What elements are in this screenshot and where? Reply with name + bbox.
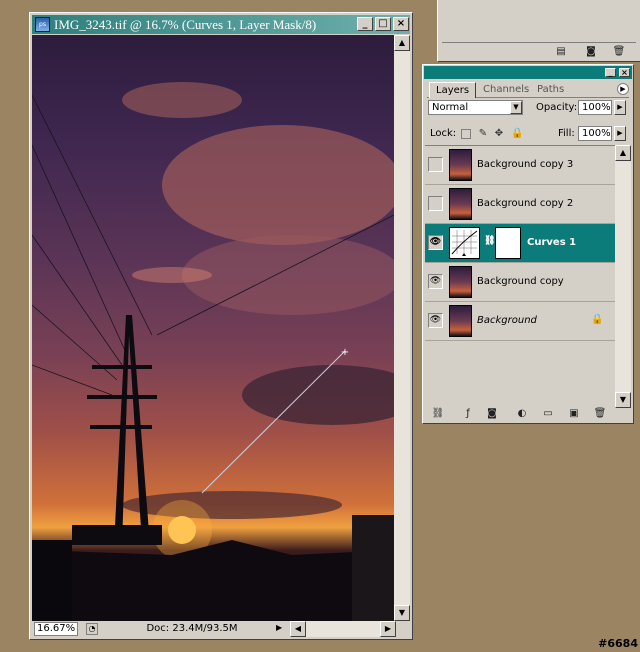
- eye-icon[interactable]: 👁: [428, 235, 443, 250]
- palette-tabs: Layers Channels Paths: [427, 81, 629, 98]
- opacity-label: Opacity:: [536, 102, 578, 113]
- layer-row-background[interactable]: 👁 Background 🔒: [425, 302, 615, 341]
- layer-name: Background copy 3: [477, 159, 574, 170]
- layer-name: Background copy 2: [477, 198, 574, 209]
- fill-label: Fill:: [558, 128, 575, 139]
- layers-palette: _ × Layers Channels Paths ▶ Normal ▼ Opa…: [422, 64, 634, 424]
- lock-transparency-icon[interactable]: [461, 129, 471, 139]
- document-size-info: Doc: 23.4M/93.5M: [146, 623, 238, 634]
- layer-row-curves-1[interactable]: 👁 ⛓ Curves 1: [425, 224, 615, 263]
- image-canvas[interactable]: +: [32, 35, 394, 621]
- layer-name: Background copy: [477, 276, 564, 287]
- horizontal-scrollbar[interactable]: ◀ ▶: [290, 621, 396, 637]
- new-adjustment-layer-icon[interactable]: ◐: [515, 407, 529, 421]
- building: [32, 540, 72, 621]
- layer-row-background-copy-3[interactable]: Background copy 3: [425, 146, 615, 185]
- fill-slider-button[interactable]: ▶: [614, 126, 626, 141]
- trash-icon[interactable]: 🗑: [593, 407, 607, 421]
- crosshair-cursor: +: [341, 347, 349, 358]
- cloud: [162, 125, 394, 245]
- tab-paths[interactable]: Paths: [531, 82, 570, 97]
- horizon-silhouette: [32, 540, 394, 621]
- zoom-preview-icon[interactable]: ◔: [86, 623, 98, 635]
- opacity-field[interactable]: 100%: [578, 100, 612, 115]
- scroll-up-button[interactable]: ▲: [615, 145, 631, 161]
- palette-close-button[interactable]: ×: [619, 68, 630, 77]
- visibility-toggle[interactable]: [428, 157, 443, 172]
- document-title: IMG_3243.tif @ 16.7% (Curves 1, Layer Ma…: [54, 17, 317, 32]
- status-bar: 16.67% ◔ Doc: 23.4M/93.5M ▶ ◀ ▶: [32, 621, 410, 637]
- tab-layers[interactable]: Layers: [429, 82, 477, 98]
- tab-channels[interactable]: Channels: [477, 82, 535, 97]
- layer-style-icon[interactable]: ƒ: [461, 407, 475, 421]
- lock-all-icon[interactable]: 🔒: [511, 128, 523, 140]
- visibility-toggle[interactable]: [428, 196, 443, 211]
- maximize-button[interactable]: □: [375, 17, 391, 31]
- scroll-down-button[interactable]: ▼: [394, 605, 410, 621]
- palette-title-bar[interactable]: _ ×: [424, 66, 632, 79]
- scroll-down-button[interactable]: ▼: [615, 392, 631, 408]
- divider: [442, 42, 636, 43]
- add-mask-icon[interactable]: ◙: [485, 407, 499, 421]
- lock-label: Lock:: [430, 128, 457, 139]
- scroll-left-button[interactable]: ◀: [290, 621, 306, 637]
- document-window: ps IMG_3243.tif @ 16.7% (Curves 1, Layer…: [29, 12, 413, 640]
- link-chain-icon[interactable]: ⛓: [484, 236, 495, 246]
- layer-thumbnail: [449, 188, 472, 220]
- upper-palette: ▤ ◙ 🗑: [437, 0, 640, 62]
- layer-name: Curves 1: [527, 237, 577, 248]
- building: [352, 515, 394, 621]
- cloud: [182, 235, 394, 315]
- document-title-bar[interactable]: ps IMG_3243.tif @ 16.7% (Curves 1, Layer…: [32, 15, 410, 34]
- cloud: [132, 267, 212, 283]
- dark-cloud: [122, 491, 342, 519]
- photoshop-document-icon: ps: [35, 17, 50, 32]
- lock-position-move-icon[interactable]: ✥: [493, 128, 505, 140]
- blend-mode-select[interactable]: Normal ▼: [428, 100, 523, 115]
- layer-thumbnail: [449, 266, 472, 298]
- palette-button-bar: ⛓ ƒ ◙ ◐ ▭ ▣ 🗑: [425, 407, 631, 421]
- layer-thumbnail: [449, 305, 472, 337]
- layer-list: Background copy 3 Background copy 2 👁 ⛓: [425, 145, 615, 408]
- palette-menu-icon[interactable]: ▶: [617, 83, 629, 95]
- new-group-folder-icon[interactable]: ▭: [541, 407, 555, 421]
- watermark: #6684: [598, 637, 638, 650]
- dark-cloud: [242, 365, 394, 425]
- minimize-button[interactable]: _: [357, 17, 373, 31]
- lock-image-brush-icon[interactable]: ✎: [477, 128, 489, 140]
- layer-row-background-copy[interactable]: 👁 Background copy: [425, 263, 615, 302]
- trash-icon[interactable]: 🗑: [612, 45, 626, 59]
- new-snapshot-icon[interactable]: ▤: [554, 45, 568, 59]
- zoom-field[interactable]: 16.67%: [34, 622, 78, 636]
- lock-icon: 🔒: [591, 314, 604, 325]
- eye-icon[interactable]: 👁: [428, 313, 443, 328]
- layer-name: Background: [477, 315, 537, 326]
- sunset-photo: +: [32, 82, 394, 621]
- close-button[interactable]: ×: [393, 17, 409, 31]
- status-menu-arrow-icon[interactable]: ▶: [276, 623, 282, 632]
- link-layers-icon[interactable]: ⛓: [431, 407, 445, 421]
- curves-graph-icon: [451, 230, 478, 256]
- scroll-up-button[interactable]: ▲: [394, 35, 410, 51]
- opacity-slider-button[interactable]: ▶: [614, 100, 626, 115]
- palette-minimize-button[interactable]: _: [605, 68, 616, 77]
- cloud: [122, 82, 242, 118]
- fill-field[interactable]: 100%: [578, 126, 612, 141]
- layer-thumbnail: [449, 149, 472, 181]
- layer-mask-thumbnail[interactable]: [495, 227, 521, 259]
- camera-icon[interactable]: ◙: [584, 45, 598, 59]
- layers-scrollbar[interactable]: ▲ ▼: [615, 145, 631, 408]
- layer-row-background-copy-2[interactable]: Background copy 2: [425, 185, 615, 224]
- chevron-down-icon[interactable]: ▼: [510, 101, 522, 114]
- blend-mode-value: Normal: [432, 102, 469, 113]
- new-layer-icon[interactable]: ▣: [567, 407, 581, 421]
- eye-icon[interactable]: 👁: [428, 274, 443, 289]
- vertical-scrollbar[interactable]: ▲ ▼: [394, 35, 410, 621]
- curves-adjustment-icon: [449, 227, 480, 259]
- scroll-right-button[interactable]: ▶: [380, 621, 396, 637]
